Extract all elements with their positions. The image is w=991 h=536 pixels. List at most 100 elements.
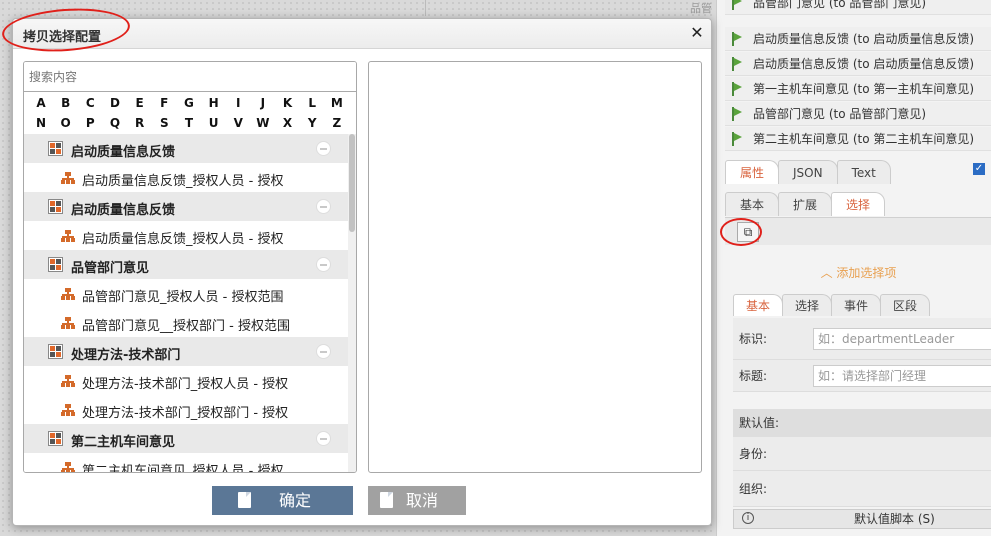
tab-json[interactable]: JSON [778, 160, 838, 184]
flow-item[interactable]: 品管部门意见 (to 品管部门意见) [725, 102, 991, 126]
tree-item[interactable]: 启动质量信息反馈_授权人员 - 授权 [24, 163, 348, 192]
letter-filter[interactable]: W [252, 113, 274, 133]
tree-group-label: 品管部门意见 [71, 261, 150, 276]
letter-filter[interactable]: I [227, 93, 249, 113]
tree-item[interactable]: 品管部门意见__授权部门 - 授权范围 [24, 308, 348, 337]
add-select-label: 添加选择项 [836, 266, 897, 280]
tab-extend[interactable]: 扩展 [778, 192, 833, 216]
ok-button[interactable]: 确定 [212, 486, 353, 515]
tree-scrollbar[interactable] [348, 134, 356, 472]
flow-item[interactable]: 品管部门意见 (to 品管部门意见) [725, 0, 991, 15]
checkbox[interactable]: ✓ [973, 163, 985, 175]
title-label: 标题: [739, 369, 768, 383]
collapse-icon[interactable] [316, 431, 331, 446]
tab-properties[interactable]: 属性 [725, 160, 780, 184]
letter-filter[interactable]: T [178, 113, 200, 133]
tree-group[interactable]: 第二主机车间意见 [24, 424, 348, 453]
group-icon [48, 431, 63, 446]
letter-filter[interactable]: P [79, 113, 101, 133]
letter-filter[interactable]: A [30, 93, 52, 113]
letter-filter[interactable]: L [301, 93, 323, 113]
search-box [24, 62, 356, 92]
flag-icon [731, 31, 743, 46]
tree-group[interactable]: 品管部门意见 [24, 250, 348, 279]
tab-form-event[interactable]: 事件 [831, 294, 882, 316]
tree-group-label: 启动质量信息反馈 [71, 203, 176, 218]
tree-item-label: 品管部门意见_授权人员 - 授权范围 [82, 290, 284, 305]
flow-item[interactable]: 第一主机车间意见 (to 第一主机车间意见) [725, 77, 991, 101]
letter-filter[interactable]: O [55, 113, 77, 133]
tab-basic[interactable]: 基本 [725, 192, 780, 216]
letter-filter[interactable]: N [30, 113, 52, 133]
tree-item[interactable]: 处理方法-技术部门_授权人员 - 授权 [24, 366, 348, 395]
close-icon[interactable]: ✕ [689, 25, 705, 41]
tab-form-basic[interactable]: 基本 [733, 294, 784, 316]
collapse-icon[interactable] [316, 257, 331, 272]
flow-item[interactable]: 第二主机车间意见 (to 第二主机车间意见) [725, 127, 991, 151]
letter-filter[interactable]: J [252, 93, 274, 113]
search-input[interactable] [24, 62, 356, 91]
default-script-bar[interactable]: i 默认值脚本 (S) [733, 509, 991, 529]
letter-filter[interactable]: U [203, 113, 225, 133]
flag-icon [731, 81, 743, 96]
tree-item[interactable]: 处理方法-技术部门_授权部门 - 授权 [24, 395, 348, 424]
info-icon: i [742, 512, 754, 524]
org-label: 组织: [739, 482, 768, 496]
letter-filter[interactable]: H [203, 93, 225, 113]
letter-filter[interactable]: C [79, 93, 101, 113]
collapse-icon[interactable] [316, 141, 331, 156]
tree-group[interactable]: 启动质量信息反馈 [24, 134, 348, 163]
alphabet-row-2: NOPQRSTUVWXYZ [30, 113, 348, 133]
letter-filter[interactable]: V [227, 113, 249, 133]
tab-form-section[interactable]: 区段 [880, 294, 931, 316]
tab-form-select[interactable]: 选择 [782, 294, 833, 316]
canvas-label: 品管 [690, 2, 712, 15]
tree-group-label: 处理方法-技术部门 [71, 348, 181, 363]
title-field[interactable]: 如：请选择部门经理 [813, 364, 991, 387]
flow-item[interactable]: 启动质量信息反馈 (to 启动质量信息反馈) [725, 27, 991, 51]
tree-item[interactable]: 品管部门意见_授权人员 - 授权范围 [24, 279, 348, 308]
letter-filter[interactable]: S [153, 113, 175, 133]
org-chart-icon [61, 230, 75, 242]
letter-filter[interactable]: K [277, 93, 299, 113]
tree-group[interactable]: 启动质量信息反馈 [24, 192, 348, 221]
tab-select[interactable]: 选择 [831, 192, 886, 216]
flag-icon [731, 131, 743, 146]
tree-group[interactable]: 处理方法-技术部门 [24, 337, 348, 366]
letter-filter[interactable]: Z [326, 113, 348, 133]
flow-item[interactable]: 启动质量信息反馈 (to 启动质量信息反馈) [725, 52, 991, 76]
letter-filter[interactable]: M [326, 93, 348, 113]
scrollbar-thumb[interactable] [349, 134, 355, 232]
letter-filter[interactable]: B [55, 93, 77, 113]
add-select-button[interactable]: ︿ 添加选择项 [725, 258, 991, 288]
config-tree: 启动质量信息反馈 启动质量信息反馈_授权人员 - 授权 启动质量信息反馈 启动质量信息… [24, 134, 348, 472]
flow-item-label: 启动质量信息反馈 (to 启动质量信息反馈) [753, 32, 975, 46]
group-icon [48, 257, 63, 272]
identity-row: 身份: [733, 437, 991, 471]
flow-item-label: 启动质量信息反馈 (to 启动质量信息反馈) [753, 57, 975, 71]
letter-filter[interactable]: D [104, 93, 126, 113]
letter-filter[interactable]: X [277, 113, 299, 133]
collapse-icon[interactable] [316, 199, 331, 214]
flow-item-label: 第一主机车间意见 (to 第一主机车间意见) [753, 82, 975, 96]
tree-item[interactable]: 启动质量信息反馈_授权人员 - 授权 [24, 221, 348, 250]
letter-filter[interactable]: F [153, 93, 175, 113]
tree-item-label: 品管部门意见__授权部门 - 授权范围 [82, 319, 290, 334]
org-chart-icon [61, 288, 75, 300]
default-value-header: 默认值: [733, 409, 991, 437]
group-icon [48, 141, 63, 156]
letter-filter[interactable]: E [129, 93, 151, 113]
sub-tabs: 基本 扩展 选择 [725, 192, 991, 216]
collapse-icon[interactable] [316, 344, 331, 359]
tree-item[interactable]: 第二主机车间意见_授权人员 - 授权 [24, 453, 348, 472]
letter-filter[interactable]: G [178, 93, 200, 113]
letter-filter[interactable]: Q [104, 113, 126, 133]
chevron-up-icon: ︿ [820, 266, 837, 280]
letter-filter[interactable]: R [129, 113, 151, 133]
tab-text[interactable]: Text [836, 160, 891, 184]
id-field[interactable]: 如：departmentLeader [813, 327, 991, 350]
letter-filter[interactable]: Y [301, 113, 323, 133]
ok-label: 确定 [279, 491, 312, 510]
group-icon [48, 344, 63, 359]
cancel-button[interactable]: 取消 [368, 486, 466, 515]
